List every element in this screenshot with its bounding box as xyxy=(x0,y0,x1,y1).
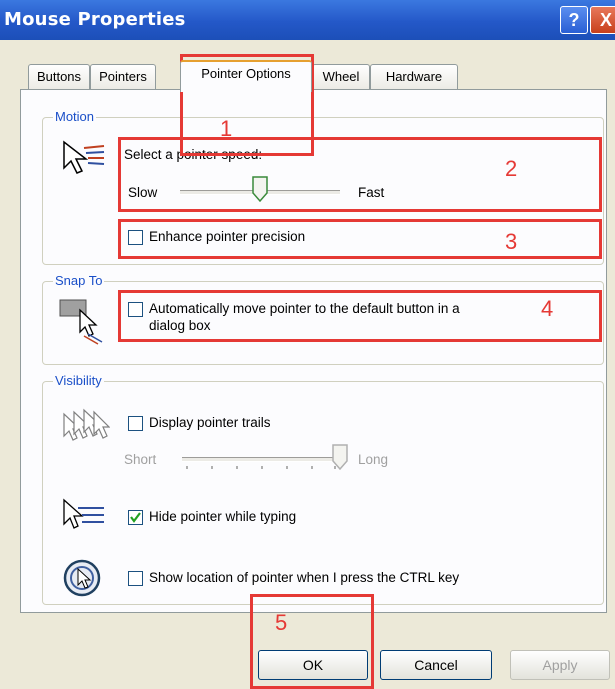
tab-buttons[interactable]: Buttons xyxy=(28,64,90,89)
close-button[interactable]: X xyxy=(590,6,615,34)
show-location-label[interactable]: Show location of pointer when I press th… xyxy=(149,570,459,585)
tab-pointers[interactable]: Pointers xyxy=(90,64,156,89)
cancel-button[interactable]: Cancel xyxy=(380,650,492,680)
title-bar[interactable]: Mouse Properties ? X xyxy=(0,0,615,40)
show-location-icon xyxy=(63,559,101,597)
apply-button[interactable]: Apply xyxy=(510,650,610,680)
annotation-number-2: 2 xyxy=(505,156,518,181)
hide-pointer-label[interactable]: Hide pointer while typing xyxy=(149,509,296,524)
trail-length-ticks xyxy=(186,466,336,469)
tab-wheel[interactable]: Wheel xyxy=(312,64,370,89)
annotation-box-3 xyxy=(118,219,602,259)
visibility-legend: Visibility xyxy=(53,373,104,388)
hide-pointer-checkbox[interactable] xyxy=(128,510,143,525)
annotation-box-2 xyxy=(118,137,602,212)
trail-length-track[interactable] xyxy=(182,457,340,462)
long-label: Long xyxy=(358,452,389,467)
trail-length-thumb[interactable] xyxy=(332,444,348,470)
pointer-speed-icon xyxy=(63,140,105,174)
annotation-box-5 xyxy=(250,594,374,689)
motion-legend: Motion xyxy=(53,109,97,124)
pointer-trails-icon xyxy=(63,408,110,441)
pointer-trails-label[interactable]: Display pointer trails xyxy=(149,415,271,430)
annotation-number-4: 4 xyxy=(541,296,554,321)
annotation-number-3: 3 xyxy=(505,229,518,254)
show-location-checkbox[interactable] xyxy=(128,571,143,586)
short-label: Short xyxy=(124,452,157,467)
hide-pointer-icon xyxy=(63,498,104,529)
pointer-trails-checkbox[interactable] xyxy=(128,416,143,431)
window-title: Mouse Properties xyxy=(4,9,186,30)
tab-hardware[interactable]: Hardware xyxy=(370,64,458,89)
tab-pointer-options[interactable]: Pointer Options xyxy=(180,60,312,92)
snap-to-legend: Snap To xyxy=(53,273,105,288)
annotation-number-5: 5 xyxy=(275,610,288,635)
annotation-box-4 xyxy=(118,290,602,342)
help-button[interactable]: ? xyxy=(560,6,588,34)
tab-strip: Buttons Pointers Pointer Options Wheel H… xyxy=(0,60,615,92)
snap-to-icon xyxy=(59,299,103,345)
